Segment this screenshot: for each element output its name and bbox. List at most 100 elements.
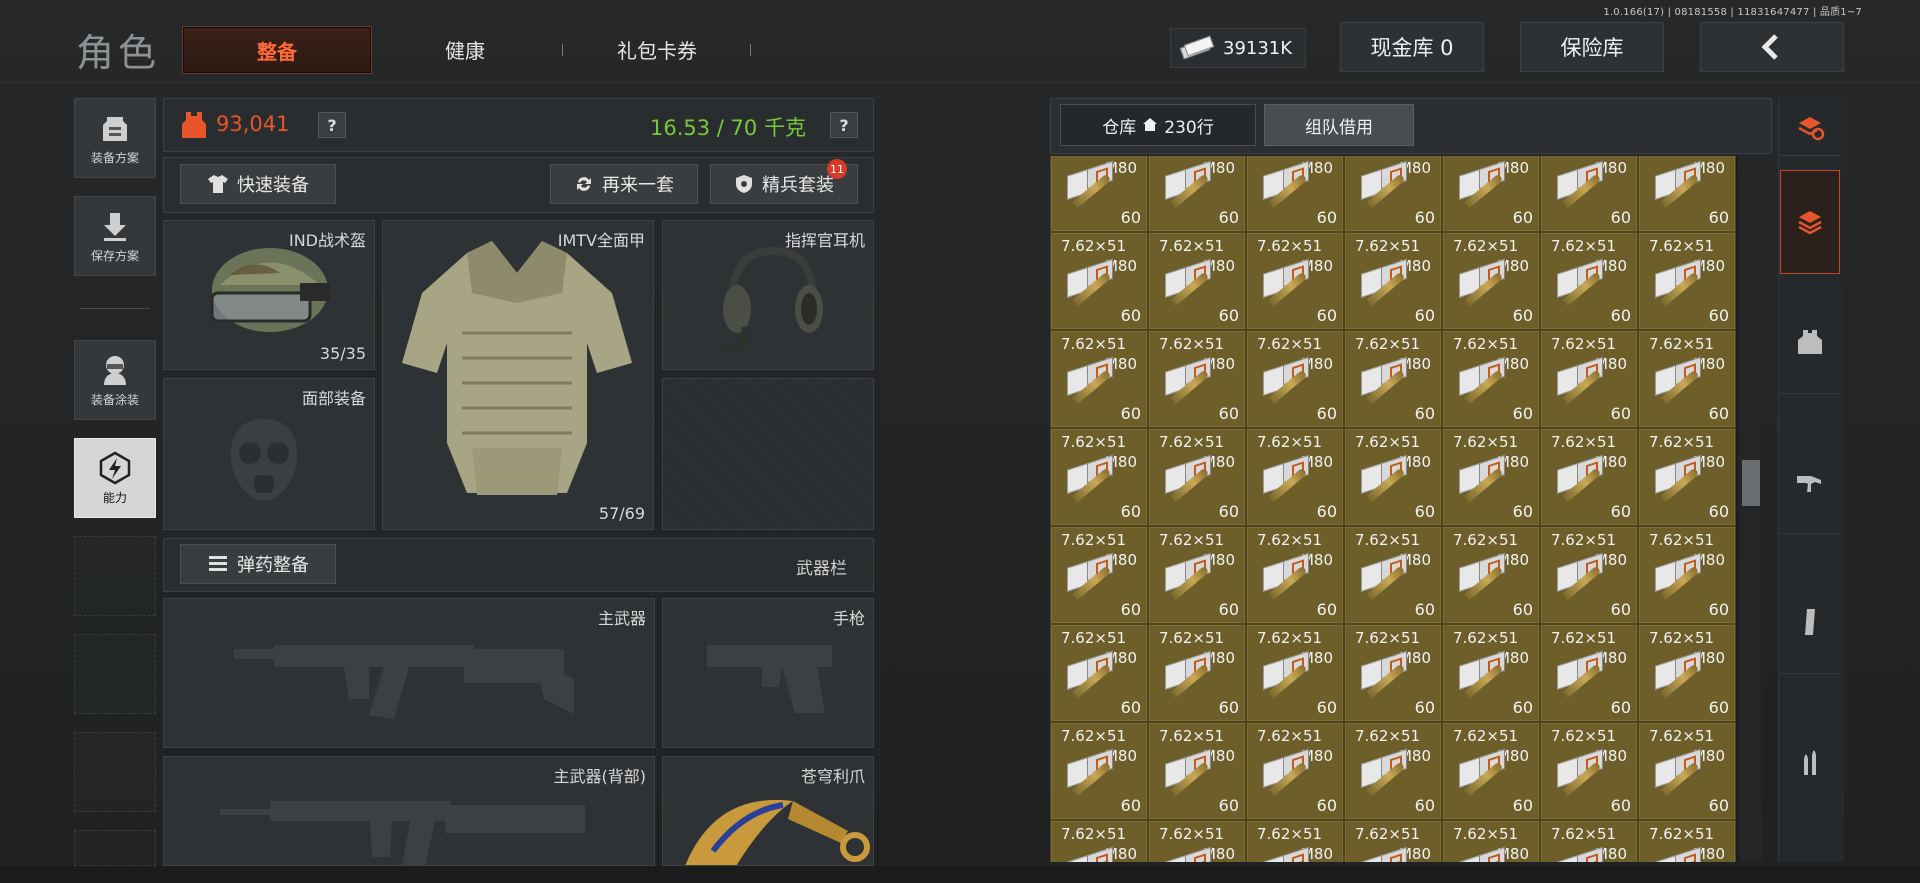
- warehouse-item[interactable]: 7.62×51M8060: [1540, 722, 1638, 820]
- warehouse-item[interactable]: 7.62×51M8060: [1246, 526, 1344, 624]
- warehouse-item[interactable]: 7.62×51M8060: [1540, 624, 1638, 722]
- pistol-slot[interactable]: 手枪: [662, 598, 874, 748]
- tab-equip[interactable]: 整备: [182, 26, 372, 74]
- warehouse-item[interactable]: 7.62×51M8060: [1148, 820, 1246, 862]
- ammo-equip-button[interactable]: 弹药整备: [180, 544, 336, 584]
- empty-equipment-slot[interactable]: [662, 378, 874, 530]
- warehouse-item[interactable]: 7.62×51M8060: [1442, 526, 1540, 624]
- warehouse-item[interactable]: 7.62×51M8060: [1344, 624, 1442, 722]
- headset-slot[interactable]: 指挥官耳机: [662, 220, 874, 370]
- elite-kit-button[interactable]: 精兵套装 11: [710, 159, 858, 204]
- warehouse-item[interactable]: 7.62×51M8060: [1638, 624, 1736, 722]
- item-quantity: 60: [1708, 698, 1729, 717]
- warehouse-item[interactable]: 7.62×51M8060: [1050, 722, 1148, 820]
- warehouse-item[interactable]: 7.62×51M8060: [1148, 624, 1246, 722]
- warehouse-item[interactable]: 7.62×51M8060: [1442, 330, 1540, 428]
- armor-help-button[interactable]: ?: [318, 112, 346, 138]
- warehouse-item[interactable]: 7.62×51M8060: [1148, 232, 1246, 330]
- category-sort-refresh[interactable]: [1780, 100, 1840, 156]
- warehouse-item[interactable]: 7.62×51M8060: [1050, 330, 1148, 428]
- cash-vault-button[interactable]: 现金库 0: [1340, 22, 1484, 72]
- warehouse-item[interactable]: 7.62×51M8060: [1442, 428, 1540, 526]
- warehouse-item[interactable]: 7.62×51M8060: [1148, 722, 1246, 820]
- category-armor[interactable]: [1780, 290, 1840, 394]
- item-quantity: 60: [1512, 600, 1533, 619]
- category-magazines[interactable]: [1780, 570, 1840, 674]
- warehouse-item[interactable]: 7.62×51M8060: [1638, 330, 1736, 428]
- ammo-box-icon: [1655, 846, 1707, 862]
- warehouse-item[interactable]: 7.62×51M8060: [1638, 428, 1736, 526]
- sidebar-item-save-plan[interactable]: 保存方案: [74, 196, 156, 276]
- back-button[interactable]: [1700, 22, 1844, 72]
- warehouse-item[interactable]: 7.62×51M8060: [1344, 820, 1442, 862]
- shield-icon: [736, 175, 752, 193]
- warehouse-item[interactable]: 7.62×51M8060: [1442, 156, 1540, 232]
- armor-slot[interactable]: IMTV全面甲 57/69: [382, 220, 654, 530]
- warehouse-item[interactable]: 7.62×51M8060: [1540, 820, 1638, 862]
- warehouse-item[interactable]: 7.62×51M8060: [1246, 156, 1344, 232]
- warehouse-item[interactable]: 7.62×51M8060: [1246, 330, 1344, 428]
- warehouse-item[interactable]: 7.62×51M8060: [1246, 624, 1344, 722]
- warehouse-grid[interactable]: 7.62×51M80607.62×51M80607.62×51M80607.62…: [1050, 156, 1738, 862]
- warehouse-item[interactable]: 7.62×51M8060: [1344, 156, 1442, 232]
- item-caliber: 7.62×51: [1061, 335, 1127, 353]
- category-weapons[interactable]: [1780, 430, 1840, 534]
- item-caliber: 7.62×51: [1257, 531, 1323, 549]
- warehouse-scrollbar[interactable]: [1740, 156, 1762, 862]
- warehouse-item[interactable]: 7.62×51M8060: [1442, 232, 1540, 330]
- insurance-vault-button[interactable]: 保险库: [1520, 22, 1664, 72]
- sidebar-item-ability[interactable]: 能力: [74, 438, 156, 518]
- warehouse-item[interactable]: 7.62×51M8060: [1246, 722, 1344, 820]
- warehouse-item[interactable]: 7.62×51M8060: [1442, 624, 1540, 722]
- money-display[interactable]: 39131K: [1170, 28, 1306, 68]
- quick-equip-button[interactable]: 快速装备: [180, 164, 336, 204]
- warehouse-item[interactable]: 7.62×51M8060: [1442, 820, 1540, 862]
- warehouse-scrollbar-thumb[interactable]: [1742, 460, 1760, 506]
- warehouse-item[interactable]: 7.62×51M8060: [1246, 232, 1344, 330]
- warehouse-item[interactable]: 7.62×51M8060: [1050, 526, 1148, 624]
- warehouse-item[interactable]: 7.62×51M8060: [1638, 722, 1736, 820]
- warehouse-item[interactable]: 7.62×51M8060: [1344, 428, 1442, 526]
- warehouse-item[interactable]: 7.62×51M8060: [1638, 232, 1736, 330]
- equip-again-button[interactable]: 再来一套: [550, 164, 698, 204]
- category-all[interactable]: [1780, 170, 1840, 274]
- tab-gift-coupons[interactable]: 礼包卡券: [600, 28, 714, 70]
- primary-weapon-slot[interactable]: 主武器: [163, 598, 655, 748]
- warehouse-item[interactable]: 7.62×51M8060: [1638, 526, 1736, 624]
- warehouse-item[interactable]: 7.62×51M8060: [1344, 330, 1442, 428]
- warehouse-item[interactable]: 7.62×51M8060: [1540, 232, 1638, 330]
- warehouse-item[interactable]: 7.62×51M8060: [1540, 428, 1638, 526]
- warehouse-item[interactable]: 7.62×51M8060: [1540, 156, 1638, 232]
- melee-slot[interactable]: 苍穹利爪: [662, 756, 874, 866]
- warehouse-item[interactable]: 7.62×51M8060: [1344, 232, 1442, 330]
- warehouse-item[interactable]: 7.62×51M8060: [1148, 330, 1246, 428]
- helmet-slot[interactable]: IND战术盔 35/35: [163, 220, 375, 370]
- warehouse-item[interactable]: 7.62×51M8060: [1148, 526, 1246, 624]
- warehouse-item[interactable]: 7.62×51M8060: [1540, 330, 1638, 428]
- sidebar-item-skins[interactable]: 装备涂装: [74, 340, 156, 420]
- warehouse-item[interactable]: 7.62×51M8060: [1540, 526, 1638, 624]
- warehouse-item[interactable]: 7.62×51M8060: [1246, 820, 1344, 862]
- face-gear-slot[interactable]: 面部装备: [163, 378, 375, 530]
- warehouse-item[interactable]: 7.62×51M8060: [1638, 156, 1736, 232]
- tab-health[interactable]: 健康: [420, 28, 510, 70]
- item-quantity: 60: [1316, 208, 1337, 227]
- warehouse-item[interactable]: 7.62×51M8060: [1050, 156, 1148, 232]
- warehouse-item[interactable]: 7.62×51M8060: [1344, 722, 1442, 820]
- warehouse-item[interactable]: 7.62×51M8060: [1442, 722, 1540, 820]
- warehouse-item[interactable]: 7.62×51M8060: [1050, 232, 1148, 330]
- sidebar-item-loadout-plan[interactable]: 装备方案: [74, 98, 156, 178]
- warehouse-item[interactable]: 7.62×51M8060: [1246, 428, 1344, 526]
- warehouse-item[interactable]: 7.62×51M8060: [1050, 820, 1148, 862]
- tab-storage[interactable]: 仓库 230行: [1060, 104, 1256, 146]
- warehouse-item[interactable]: 7.62×51M8060: [1050, 624, 1148, 722]
- tab-team-borrow[interactable]: 组队借用: [1264, 104, 1414, 146]
- warehouse-item[interactable]: 7.62×51M8060: [1050, 428, 1148, 526]
- warehouse-item[interactable]: 7.62×51M8060: [1344, 526, 1442, 624]
- weight-help-button[interactable]: ?: [830, 112, 858, 138]
- category-ammo[interactable]: [1780, 710, 1840, 814]
- warehouse-item[interactable]: 7.62×51M8060: [1148, 428, 1246, 526]
- warehouse-item[interactable]: 7.62×51M8060: [1638, 820, 1736, 862]
- primary-weapon-back-slot[interactable]: 主武器(背部): [163, 756, 655, 866]
- warehouse-item[interactable]: 7.62×51M8060: [1148, 156, 1246, 232]
